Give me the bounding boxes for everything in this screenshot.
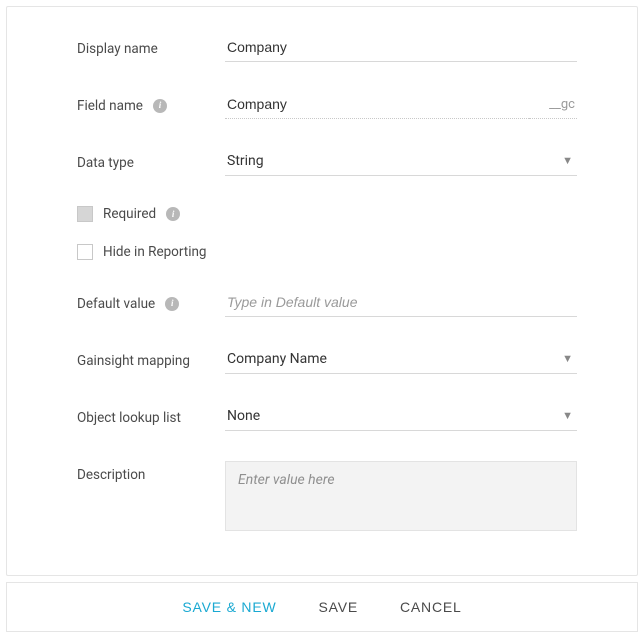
label-default-value: Default value i [77,296,225,312]
info-icon[interactable]: i [166,207,180,221]
row-object-lookup: Object lookup list None ▼ [77,404,577,431]
label-object-lookup: Object lookup list [77,410,225,426]
data-type-select[interactable]: String ▼ [225,149,577,176]
gainsight-mapping-select[interactable]: Company Name ▼ [225,347,577,374]
label-data-type: Data type [77,155,225,171]
field-data-type: String ▼ [225,149,577,176]
row-field-name: Field name i __gc [77,92,577,119]
row-description: Description [77,461,577,535]
hide-reporting-checkbox[interactable]: Hide in Reporting [77,244,207,260]
label-gainsight-mapping: Gainsight mapping [77,353,225,369]
field-name-suffix: __gc [529,93,577,119]
required-checkbox-label: Required [103,206,156,222]
label-display-name-text: Display name [77,41,158,57]
display-name-input[interactable] [225,35,577,62]
label-gainsight-mapping-text: Gainsight mapping [77,353,190,369]
info-icon[interactable]: i [165,297,179,311]
label-display-name: Display name [77,41,225,57]
row-required: Required i [77,206,577,222]
field-name-wrap: __gc [225,92,577,119]
save-button[interactable]: SAVE [314,597,362,617]
row-default-value: Default value i [77,290,577,317]
label-object-lookup-text: Object lookup list [77,410,181,426]
label-default-value-text: Default value [77,296,155,312]
field-field-name: __gc [225,92,577,119]
form-panel: Display name Field name i __gc Data type… [6,6,638,576]
save-new-button[interactable]: SAVE & NEW [178,597,280,617]
default-value-input[interactable] [225,290,577,317]
object-lookup-select[interactable]: None ▼ [225,404,577,431]
hide-reporting-checkbox-box [77,244,93,260]
label-data-type-text: Data type [77,155,134,171]
description-textarea[interactable] [225,461,577,531]
label-description-text: Description [77,467,145,483]
required-checkbox-box [77,206,93,222]
cancel-button[interactable]: CANCEL [396,597,466,617]
object-lookup-value: None [227,408,575,424]
field-gainsight-mapping: Company Name ▼ [225,347,577,374]
label-field-name-text: Field name [77,98,143,114]
info-icon[interactable]: i [153,99,167,113]
row-gainsight-mapping: Gainsight mapping Company Name ▼ [77,347,577,374]
footer-bar: SAVE & NEW SAVE CANCEL [6,582,638,632]
gainsight-mapping-value: Company Name [227,351,575,367]
row-display-name: Display name [77,35,577,62]
label-field-name: Field name i [77,98,225,114]
row-hide-reporting: Hide in Reporting [77,244,577,260]
field-name-input[interactable] [225,92,529,119]
row-data-type: Data type String ▼ [77,149,577,176]
data-type-value: String [227,153,575,169]
field-description [225,461,577,535]
required-checkbox[interactable]: Required i [77,206,180,222]
field-default-value [225,290,577,317]
field-object-lookup: None ▼ [225,404,577,431]
hide-reporting-checkbox-label: Hide in Reporting [103,244,207,260]
field-display-name [225,35,577,62]
label-description: Description [77,461,225,483]
